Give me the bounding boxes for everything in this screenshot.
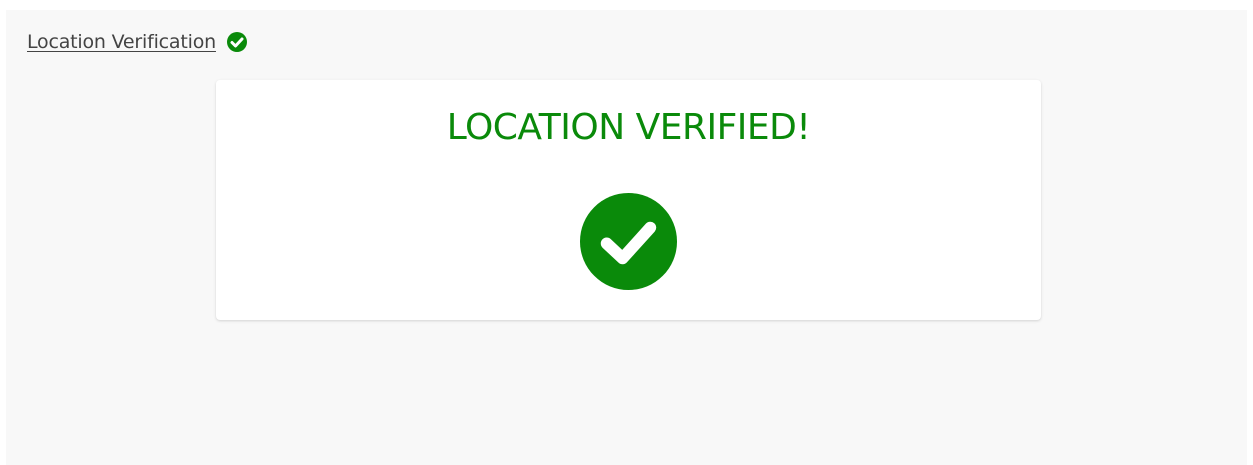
check-circle-icon bbox=[579, 192, 678, 291]
location-verification-link[interactable]: Location Verification bbox=[27, 31, 216, 53]
content-panel: Location Verification LOCATION VERIFIED! bbox=[6, 10, 1247, 465]
header-row: Location Verification bbox=[27, 31, 248, 53]
check-circle-icon bbox=[226, 31, 248, 53]
verification-title: LOCATION VERIFIED! bbox=[446, 107, 811, 148]
verification-card: LOCATION VERIFIED! bbox=[216, 80, 1041, 320]
